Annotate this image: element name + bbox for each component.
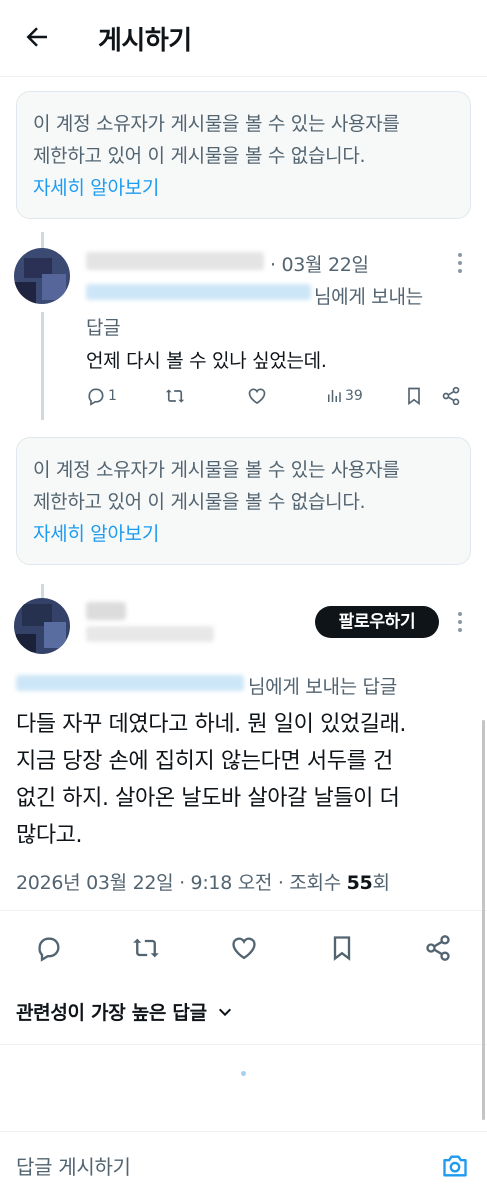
- heart-icon: [248, 388, 266, 405]
- username-redacted: [86, 252, 264, 270]
- divider: [0, 1044, 487, 1045]
- reply-text: 언제 다시 볼 수 있나 싶었는데.: [86, 350, 327, 372]
- post-text: 다들 자꾸 데였다고 하네. 뭔 일이 있었길래. 지금 당장 손에 집히지 않…: [16, 706, 476, 854]
- bookmark-button[interactable]: [404, 386, 424, 406]
- post-text-line: 지금 당장 손에 집히지 않는다면 서두를 건: [16, 749, 393, 774]
- reply-sort-label: 관련성이 가장 높은 답글: [16, 1002, 207, 1024]
- top-bar: 게시하기: [0, 0, 487, 77]
- share-icon: [442, 386, 460, 406]
- restricted-notice: 이 계정 소유자가 게시물을 볼 수 있는 사용자를 제한하고 있어 이 게시물…: [16, 437, 471, 565]
- share-icon[interactable]: [424, 934, 452, 962]
- reply-count: 1: [108, 388, 117, 404]
- repost-icon[interactable]: [131, 934, 161, 962]
- analytics-icon: [328, 390, 341, 402]
- learn-more-link[interactable]: 자세히 알아보기: [33, 518, 454, 550]
- notice-text-line1: 이 계정 소유자가 게시물을 볼 수 있는 사용자를: [33, 113, 400, 135]
- reply-to-label-2: 답글: [86, 317, 121, 339]
- thread-line: [41, 312, 44, 420]
- views-suffix: 회: [372, 872, 390, 894]
- avatar[interactable]: [14, 598, 70, 654]
- like-button[interactable]: [246, 386, 268, 406]
- more-options-icon[interactable]: [457, 253, 463, 275]
- back-arrow-icon[interactable]: [22, 22, 52, 52]
- display-name-redacted: [86, 602, 126, 620]
- post-actions: [0, 925, 487, 971]
- notice-text-line2: 제한하고 있어 이 게시물을 볼 수 없습니다.: [33, 145, 366, 167]
- share-button[interactable]: [441, 386, 461, 406]
- scrollbar[interactable]: [482, 720, 485, 1120]
- post-text-line: 다들 자꾸 데였다고 하네. 뭔 일이 있었길래.: [16, 712, 407, 737]
- reply-to-label: 님에게 보내는: [314, 286, 423, 308]
- notice-text-line1: 이 계정 소유자가 게시물을 볼 수 있는 사용자를: [33, 459, 400, 481]
- repost-icon: [165, 389, 185, 403]
- divider: [0, 910, 487, 911]
- chevron-down-icon: [218, 1008, 231, 1016]
- more-options-icon[interactable]: [457, 612, 463, 634]
- camera-icon[interactable]: [440, 1152, 470, 1180]
- view-count: 55: [346, 872, 373, 894]
- learn-more-link[interactable]: 자세히 알아보기: [33, 172, 454, 204]
- bookmark-icon: [408, 387, 420, 406]
- reply-to-label: 님에게 보내는 답글: [248, 676, 397, 698]
- notice-text-line2: 제한하고 있어 이 게시물을 볼 수 없습니다.: [33, 491, 366, 513]
- page-title: 게시하기: [98, 26, 192, 56]
- mention-redacted: [86, 284, 311, 300]
- reply-composer: [0, 1131, 487, 1201]
- reply-input[interactable]: [16, 1152, 416, 1182]
- view-count: 39: [345, 388, 363, 404]
- comment-icon: [88, 388, 104, 406]
- views-button[interactable]: 39: [325, 386, 363, 406]
- reply-sort-dropdown[interactable]: 관련성이 가장 높은 답글: [16, 998, 233, 1025]
- reply-button[interactable]: 1: [86, 386, 117, 406]
- handle-redacted: [86, 626, 214, 642]
- repost-button[interactable]: [164, 386, 186, 406]
- loading-indicator: [241, 1071, 246, 1076]
- timestamp-text: 2026년 03월 22일 · 9:18 오전 · 조회수: [16, 872, 347, 894]
- mention-redacted: [16, 675, 244, 691]
- post-text-line: 없긴 하지. 살아온 날도바 살아갈 날들이 더: [16, 786, 400, 811]
- bookmark-icon[interactable]: [328, 934, 356, 962]
- post-date: · 03월 22일: [270, 254, 369, 276]
- post-timestamp: 2026년 03월 22일 · 9:18 오전 · 조회수 55회: [16, 868, 390, 895]
- avatar[interactable]: [14, 248, 70, 304]
- follow-button[interactable]: 팔로우하기: [315, 606, 439, 638]
- thread-line: [41, 584, 44, 598]
- post-text-line: 많다고.: [16, 823, 83, 848]
- comment-icon[interactable]: [35, 934, 63, 962]
- heart-icon[interactable]: [229, 934, 259, 962]
- restricted-notice: 이 계정 소유자가 게시물을 볼 수 있는 사용자를 제한하고 있어 이 게시물…: [16, 91, 471, 219]
